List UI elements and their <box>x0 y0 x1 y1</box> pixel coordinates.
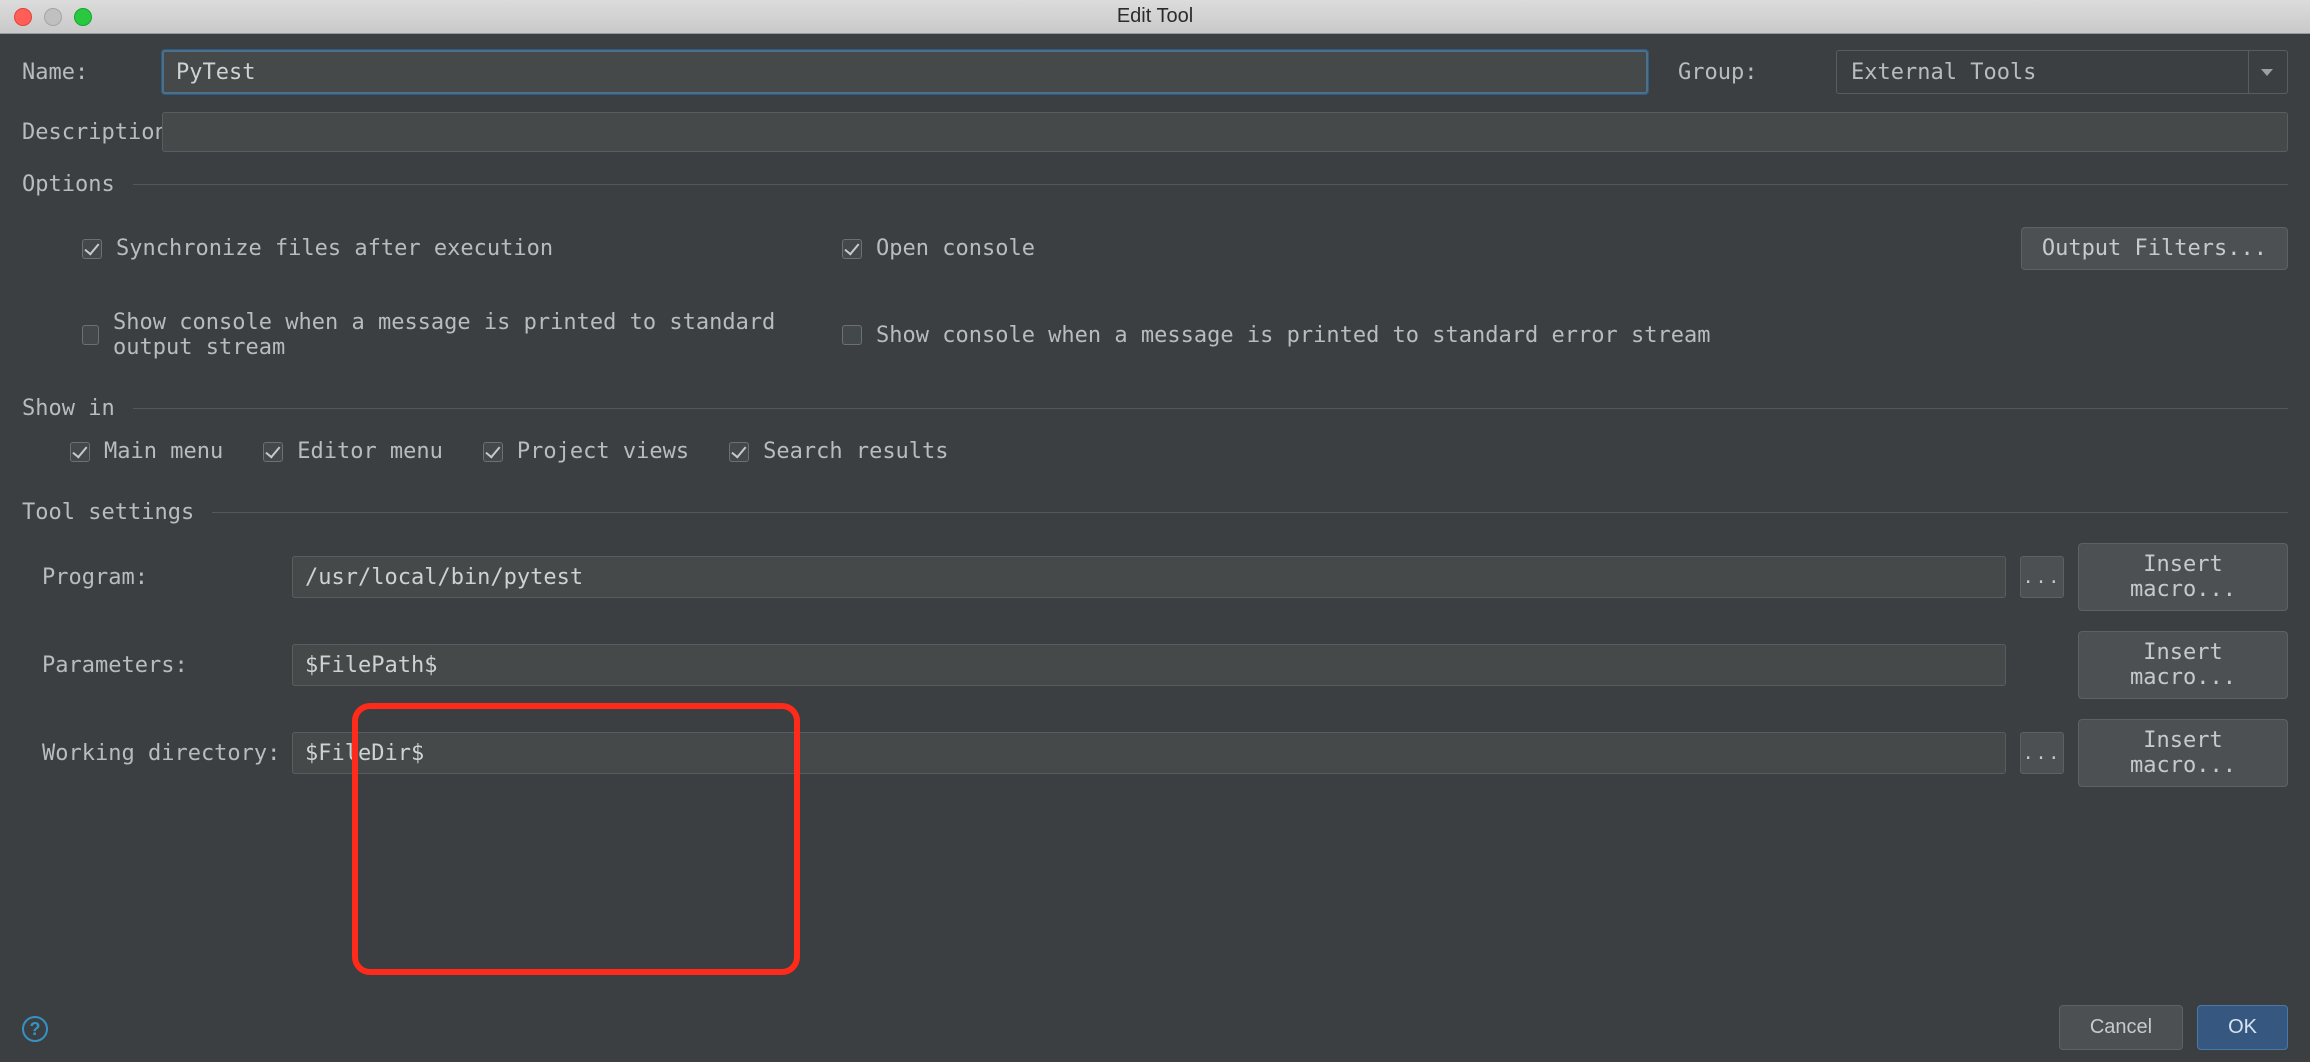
cancel-button[interactable]: Cancel <box>2059 1005 2183 1050</box>
section-tool-settings-heading: Tool settings <box>22 500 194 525</box>
checkbox-label: Show console when a message is printed t… <box>113 310 822 360</box>
window-title: Edit Tool <box>1117 5 1193 28</box>
section-options: Options <box>22 172 2288 197</box>
checkbox-icon <box>82 325 99 345</box>
section-options-heading: Options <box>22 172 115 197</box>
checkbox-main-menu[interactable]: Main menu <box>70 439 223 464</box>
working-directory-label: Working directory: <box>42 741 278 766</box>
group-dropdown[interactable]: External Tools <box>1836 50 2288 94</box>
checkbox-label: Editor menu <box>297 439 443 464</box>
parameters-input[interactable] <box>292 644 2006 686</box>
close-icon[interactable] <box>14 8 32 26</box>
checkbox-sync-files[interactable]: Synchronize files after execution <box>82 236 822 261</box>
checkbox-label: Show console when a message is printed t… <box>876 323 1710 348</box>
section-tool-settings: Tool settings <box>22 500 2288 525</box>
checkbox-search-results[interactable]: Search results <box>729 439 948 464</box>
checkbox-label: Open console <box>876 236 1035 261</box>
program-input[interactable] <box>292 556 2006 598</box>
divider <box>133 184 2288 185</box>
minimize-icon[interactable] <box>44 8 62 26</box>
checkbox-stderr[interactable]: Show console when a message is printed t… <box>842 323 2288 348</box>
browse-workdir-button[interactable]: ... <box>2020 732 2064 774</box>
check-icon <box>263 442 283 462</box>
group-label: Group: <box>1678 60 1818 85</box>
name-label: Name: <box>22 60 162 85</box>
checkbox-icon <box>842 325 862 345</box>
output-filters-button[interactable]: Output Filters... <box>2021 227 2288 270</box>
help-button[interactable]: ? <box>22 1016 48 1042</box>
working-directory-input[interactable] <box>292 732 2006 774</box>
description-input[interactable] <box>162 112 2288 152</box>
program-label: Program: <box>42 565 278 590</box>
chevron-down-icon <box>2248 51 2273 93</box>
checkbox-project-views[interactable]: Project views <box>483 439 689 464</box>
divider <box>212 512 2288 513</box>
checkbox-label: Search results <box>763 439 948 464</box>
check-icon <box>842 239 862 259</box>
checkbox-stdout[interactable]: Show console when a message is printed t… <box>82 310 822 360</box>
ok-button[interactable]: OK <box>2197 1005 2288 1050</box>
checkbox-label: Main menu <box>104 439 223 464</box>
checkbox-label: Synchronize files after execution <box>116 236 553 261</box>
titlebar: Edit Tool <box>0 0 2310 34</box>
check-icon <box>483 442 503 462</box>
section-show-in-heading: Show in <box>22 396 115 421</box>
divider <box>133 408 2288 409</box>
dialog-footer: ? Cancel OK <box>0 992 2310 1062</box>
checkbox-editor-menu[interactable]: Editor menu <box>263 439 443 464</box>
check-icon <box>70 442 90 462</box>
check-icon <box>729 442 749 462</box>
checkbox-label: Project views <box>517 439 689 464</box>
check-icon <box>82 239 102 259</box>
insert-macro-parameters-button[interactable]: Insert macro... <box>2078 631 2288 699</box>
section-show-in: Show in <box>22 396 2288 421</box>
parameters-label: Parameters: <box>42 653 278 678</box>
window-controls <box>14 8 92 26</box>
insert-macro-program-button[interactable]: Insert macro... <box>2078 543 2288 611</box>
group-dropdown-value: External Tools <box>1851 60 2036 85</box>
name-input[interactable] <box>162 50 1648 94</box>
insert-macro-workdir-button[interactable]: Insert macro... <box>2078 719 2288 787</box>
browse-program-button[interactable]: ... <box>2020 556 2064 598</box>
checkbox-open-console[interactable]: Open console <box>842 236 2001 261</box>
description-label: Description: <box>22 120 162 145</box>
maximize-icon[interactable] <box>74 8 92 26</box>
